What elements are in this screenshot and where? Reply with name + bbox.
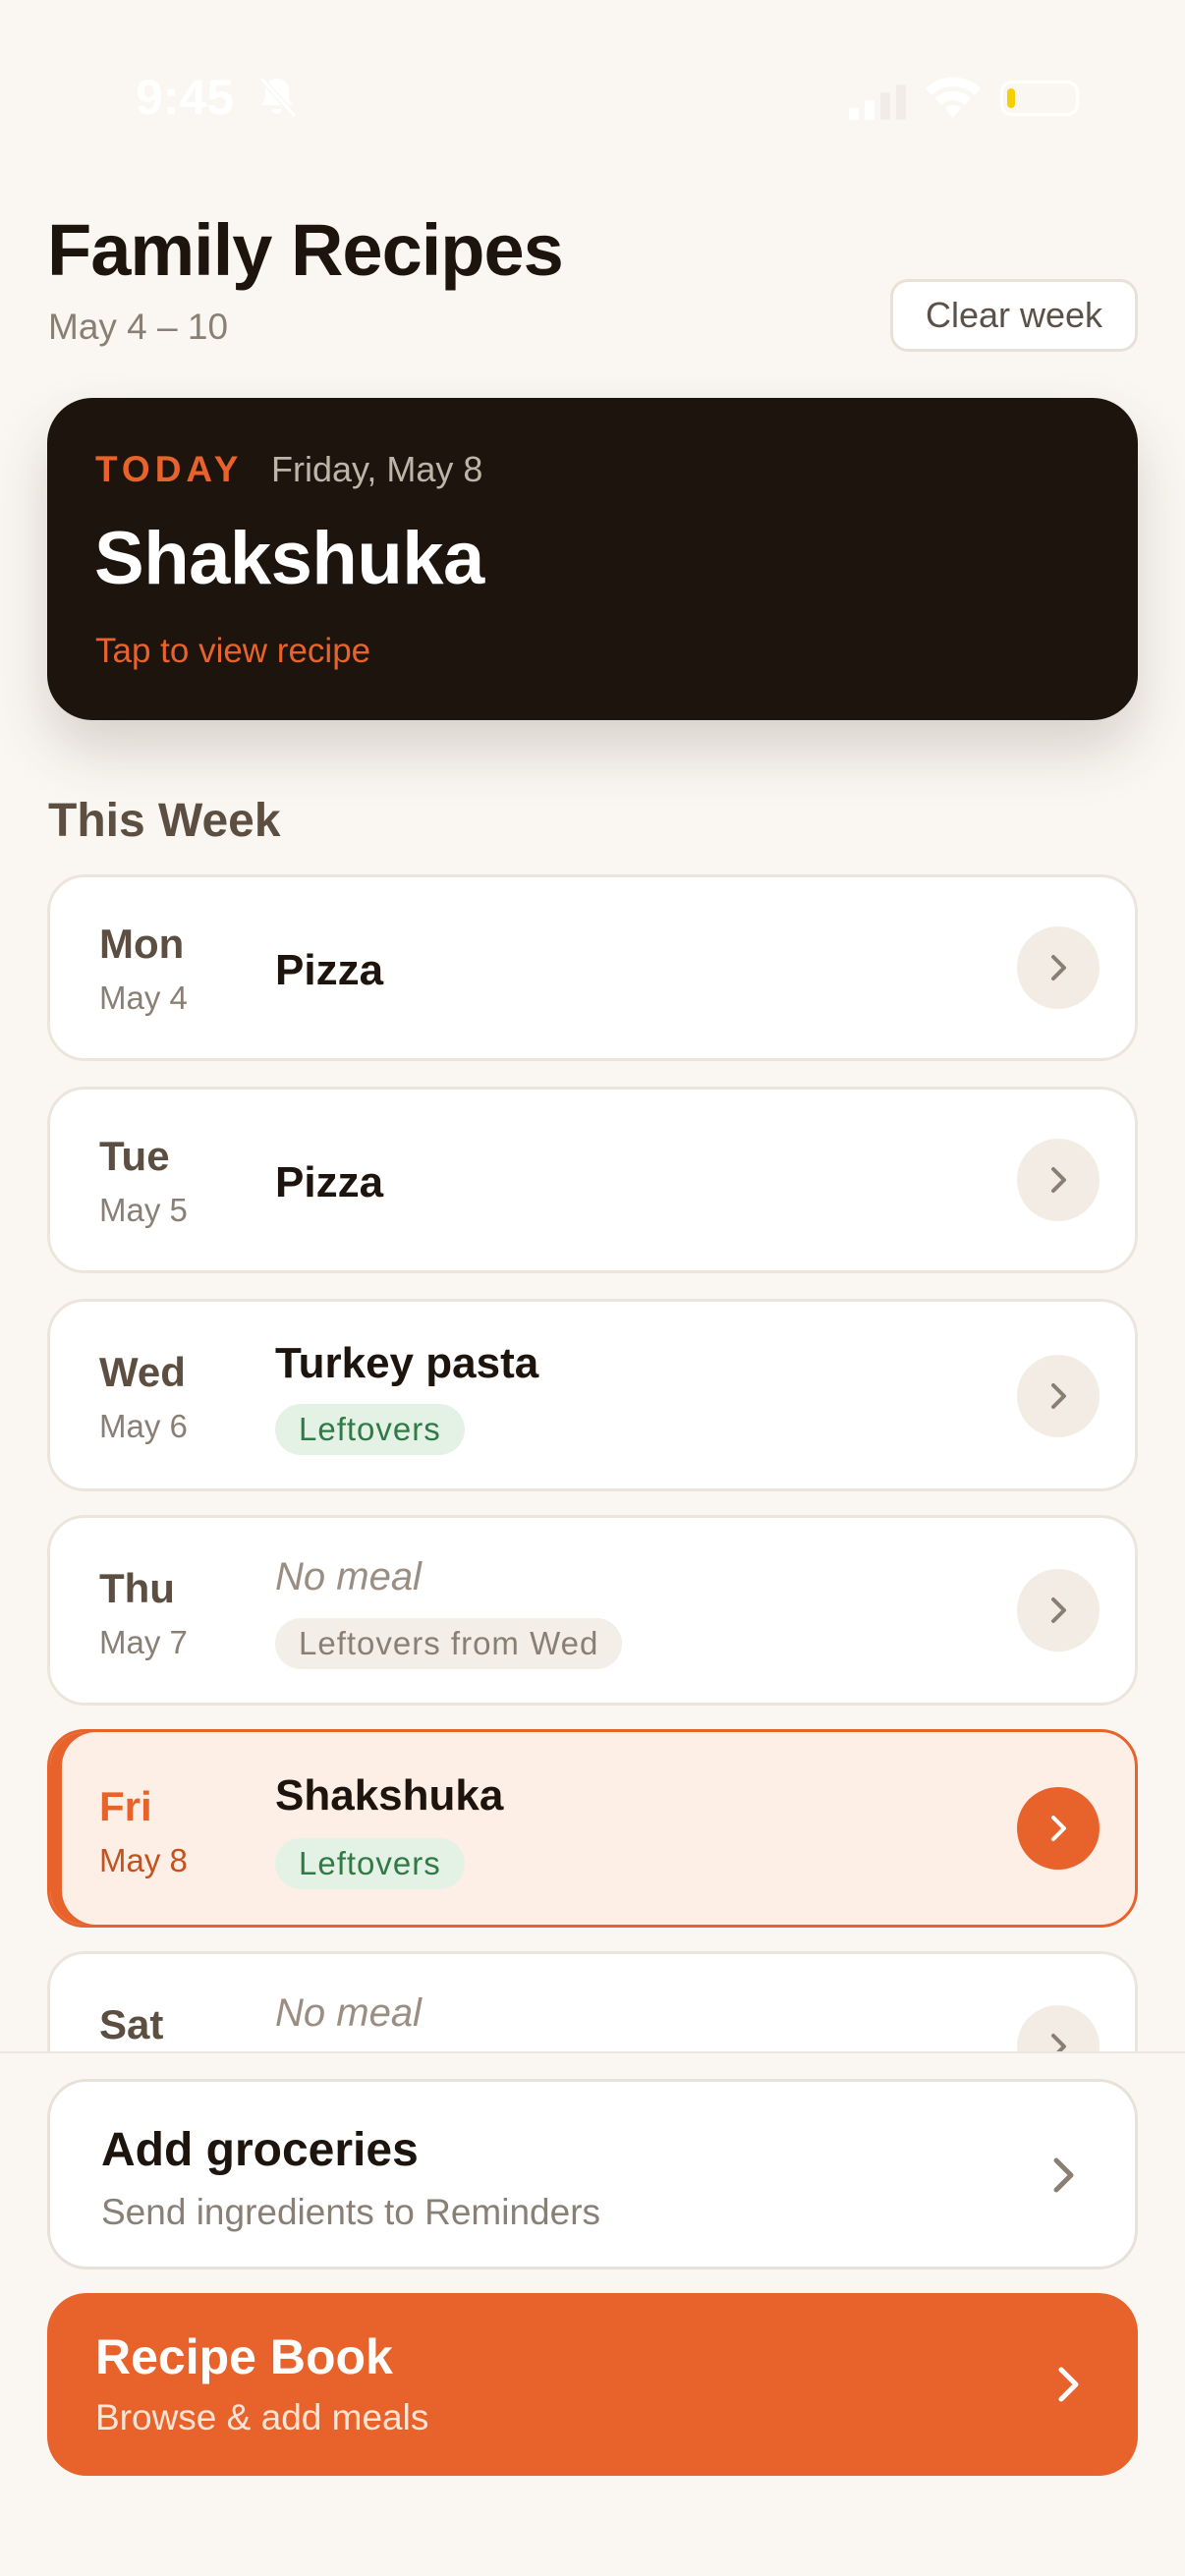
chevron-right-icon (1051, 1167, 1066, 1193)
day-name: Thu (99, 1565, 175, 1611)
groceries-title: Add groceries (101, 2124, 419, 2176)
meal-name: No meal (275, 1555, 422, 1598)
open-day-button[interactable] (1017, 1787, 1100, 1870)
chevron-right-icon (1053, 2157, 1074, 2193)
meal-name: Turkey pasta (275, 1339, 539, 1387)
groceries-subtitle: Send ingredients to Reminders (101, 2192, 601, 2232)
day-name: Tue (99, 1133, 170, 1179)
day-row-wed[interactable]: Wed May 6 Turkey pasta Leftovers (47, 1299, 1138, 1491)
open-day-button[interactable] (1017, 1139, 1100, 1221)
today-meal: Shakshuka (94, 517, 484, 600)
app-screen: 9:45 Family Recipes May 4 – 10 Clear wee… (0, 0, 1185, 2576)
chevron-right-icon (1051, 1816, 1066, 1841)
recipe-book-button[interactable]: Recipe Book Browse & add meals (47, 2293, 1138, 2476)
open-day-button[interactable] (1017, 926, 1100, 1009)
open-day-button[interactable] (1017, 1569, 1100, 1652)
add-groceries-button[interactable]: Add groceries Send ingredients to Remind… (47, 2079, 1138, 2269)
day-date: May 6 (99, 1408, 188, 1444)
day-name: Fri (99, 1783, 152, 1829)
day-row-thu[interactable]: Thu May 7 No meal Leftovers from Wed (47, 1515, 1138, 1706)
week-list[interactable]: TODAY Friday, May 8 Shakshuka Tap to vie… (0, 0, 1185, 2051)
open-day-button[interactable] (1017, 2005, 1100, 2051)
day-date: May 8 (99, 1842, 188, 1878)
chevron-right-icon (1051, 1383, 1066, 1409)
day-name: Sat (99, 2001, 164, 2047)
today-date: Friday, May 8 (271, 449, 483, 489)
day-row-fri[interactable]: Fri May 8 Shakshuka Leftovers (47, 1729, 1138, 1928)
today-card[interactable]: TODAY Friday, May 8 Shakshuka Tap to vie… (47, 398, 1138, 720)
leftovers-tag: Leftovers (275, 1838, 465, 1889)
chevron-right-icon (1051, 2034, 1066, 2051)
chevron-right-icon (1058, 2367, 1079, 2402)
meal-name: Pizza (275, 946, 384, 994)
day-name: Mon (99, 921, 185, 967)
view-recipe-link[interactable]: Tap to view recipe (95, 632, 370, 671)
recipe-book-title: Recipe Book (95, 2329, 393, 2384)
day-row-sat[interactable]: Sat No meal (47, 1951, 1138, 2051)
day-row-mon[interactable]: Mon May 4 Pizza (47, 874, 1138, 1061)
meal-name: No meal (275, 1991, 422, 2035)
today-label: TODAY (95, 449, 244, 489)
open-day-button[interactable] (1017, 1355, 1100, 1437)
day-name: Wed (99, 1349, 186, 1395)
section-title: This Week (48, 795, 281, 847)
day-date: May 4 (99, 980, 188, 1016)
meal-name: Shakshuka (275, 1771, 504, 1820)
recipe-book-subtitle: Browse & add meals (95, 2397, 429, 2437)
day-date: May 5 (99, 1192, 188, 1228)
chevron-right-icon (1051, 1597, 1066, 1623)
meal-name: Pizza (275, 1158, 384, 1206)
day-date: May 7 (99, 1624, 188, 1660)
day-row-tue[interactable]: Tue May 5 Pizza (47, 1087, 1138, 1273)
leftovers-tag: Leftovers from Wed (275, 1618, 623, 1669)
chevron-right-icon (1051, 955, 1066, 980)
leftovers-tag: Leftovers (275, 1404, 465, 1455)
